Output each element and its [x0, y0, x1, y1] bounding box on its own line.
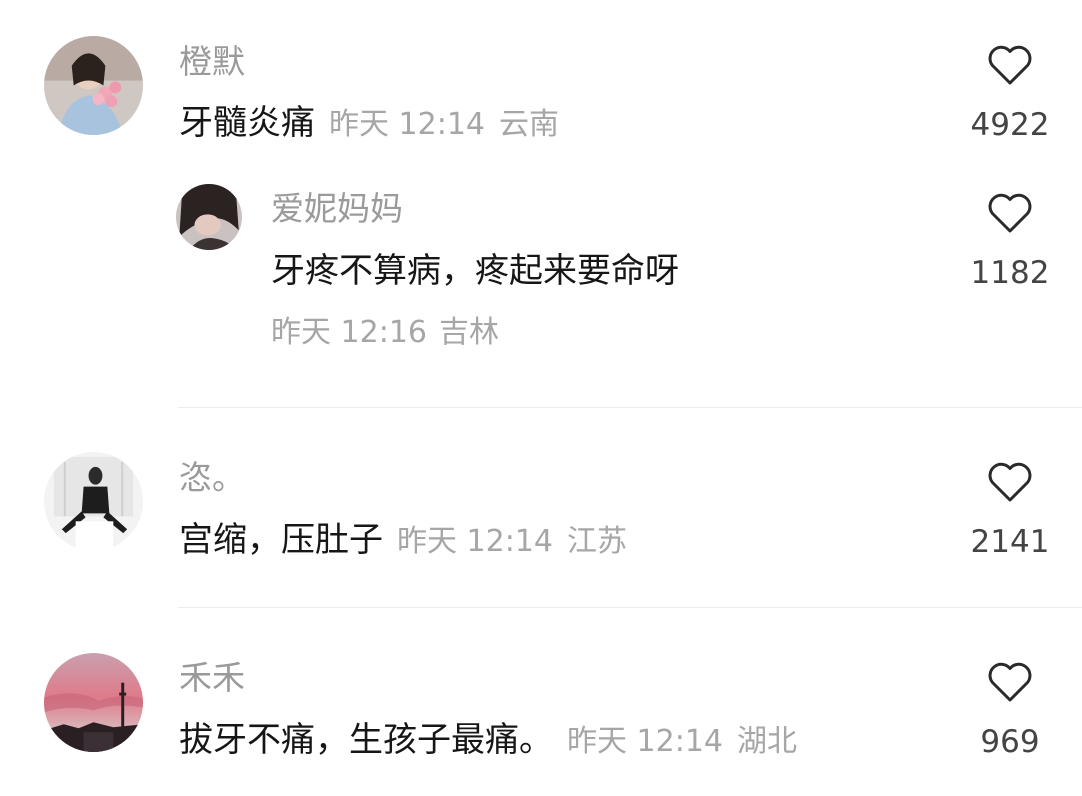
- like-control[interactable]: 2141: [950, 459, 1070, 558]
- reply-location: 吉林: [439, 315, 499, 350]
- comment-content[interactable]: 宫缩，压肚子 昨天 12:14 江苏: [179, 523, 627, 557]
- comment-time: 昨天 12:14: [397, 524, 553, 559]
- comment-time: 昨天 12:14: [329, 107, 485, 142]
- divider: [178, 607, 1082, 608]
- comment-item: 恣。 宫缩，压肚子 昨天 12:14 江苏 2141: [0, 410, 1082, 610]
- comment-location: 湖北: [737, 724, 797, 759]
- avatar[interactable]: [44, 452, 143, 551]
- reply-meta: 昨天 12:16 吉林: [271, 318, 499, 348]
- like-count: 969: [980, 724, 1040, 760]
- like-control[interactable]: 4922: [950, 42, 1070, 141]
- comment-item: 橙默 牙髓炎痛 昨天 12:14 云南 4922 爱妮妈妈 牙疼不算病，疼起来要命呀…: [0, 0, 1082, 400]
- comment-location: 云南: [499, 107, 559, 142]
- avatar[interactable]: [176, 184, 242, 250]
- comment-text: 拔牙不痛，生孩子最痛。: [179, 720, 553, 760]
- comment-text: 牙髓炎痛: [179, 103, 315, 143]
- reply-text: 牙疼不算病，疼起来要命呀: [271, 251, 679, 291]
- username[interactable]: 禾禾: [179, 661, 245, 694]
- comment-time: 昨天 12:14: [567, 724, 723, 759]
- like-count: 1182: [970, 255, 1050, 291]
- heart-outline-icon[interactable]: [986, 190, 1034, 234]
- heart-outline-icon[interactable]: [986, 42, 1034, 86]
- comment-item: 禾禾 拔牙不痛，生孩子最痛。 昨天 12:14 湖北 969: [0, 610, 1082, 796]
- comment-content[interactable]: 拔牙不痛，生孩子最痛。 昨天 12:14 湖北: [179, 723, 797, 757]
- avatar[interactable]: [44, 653, 143, 752]
- comment-text: 宫缩，压肚子: [179, 520, 383, 560]
- comment-location: 江苏: [567, 524, 627, 559]
- username[interactable]: 爱妮妈妈: [271, 192, 403, 225]
- username[interactable]: 恣。: [179, 461, 245, 494]
- username[interactable]: 橙默: [179, 45, 245, 78]
- heart-outline-icon[interactable]: [986, 459, 1034, 503]
- avatar[interactable]: [44, 36, 143, 135]
- comment-content[interactable]: 牙髓炎痛 昨天 12:14 云南: [179, 106, 559, 140]
- reply-content[interactable]: 牙疼不算病，疼起来要命呀: [271, 254, 679, 288]
- like-control[interactable]: 1182: [950, 190, 1070, 289]
- heart-outline-icon[interactable]: [986, 659, 1034, 703]
- divider: [178, 407, 1082, 408]
- like-count: 4922: [970, 107, 1050, 143]
- like-count: 2141: [970, 524, 1050, 560]
- like-control[interactable]: 969: [950, 659, 1070, 758]
- reply-time: 昨天 12:16: [271, 315, 427, 350]
